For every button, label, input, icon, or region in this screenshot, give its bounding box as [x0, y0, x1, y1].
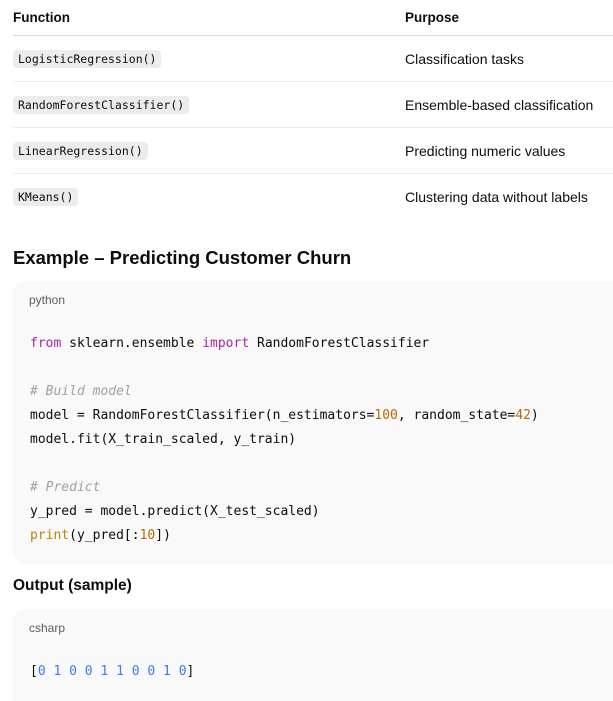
function-code: RandomForestClassifier() [13, 95, 190, 114]
column-header-function: Function [13, 10, 70, 25]
table-row: LinearRegression() Predicting numeric va… [13, 128, 613, 174]
purpose-text: Classification tasks [405, 50, 525, 67]
purpose-text: Clustering data without labels [405, 188, 588, 205]
table-row: RandomForestClassifier() Ensemble-based … [13, 82, 613, 128]
purpose-text: Predicting numeric values [405, 142, 566, 159]
output-content[interactable]: [0 1 0 0 1 1 0 0 1 0] [30, 660, 194, 684]
output-language-label: csharp [29, 621, 66, 635]
example-heading: Example – Predicting Customer Churn [13, 247, 352, 268]
code-language-label: python [29, 293, 66, 307]
table-header-row: Function Purpose [13, 0, 613, 36]
output-code-block[interactable]: csharp [0 1 0 0 1 1 0 0 1 0] [13, 609, 613, 701]
function-code: KMeans() [13, 187, 79, 206]
output-heading: Output (sample) [13, 577, 132, 594]
column-header-purpose: Purpose [405, 10, 460, 25]
function-code: LogisticRegression() [13, 49, 162, 68]
functions-table: Function Purpose LogisticRegression() Cl… [13, 0, 613, 219]
output-array-values: 0 1 0 0 1 1 0 0 1 0 [37, 664, 187, 679]
python-code-block[interactable]: python from sklearn.ensemble import Rand… [13, 281, 613, 564]
function-code: LinearRegression() [13, 141, 148, 160]
code-content[interactable]: from sklearn.ensemble import RandomFores… [30, 332, 539, 548]
table-row: KMeans() Clustering data without labels [13, 174, 613, 219]
purpose-text: Ensemble-based classification [405, 96, 594, 113]
table-row: LogisticRegression() Classification task… [13, 36, 613, 82]
